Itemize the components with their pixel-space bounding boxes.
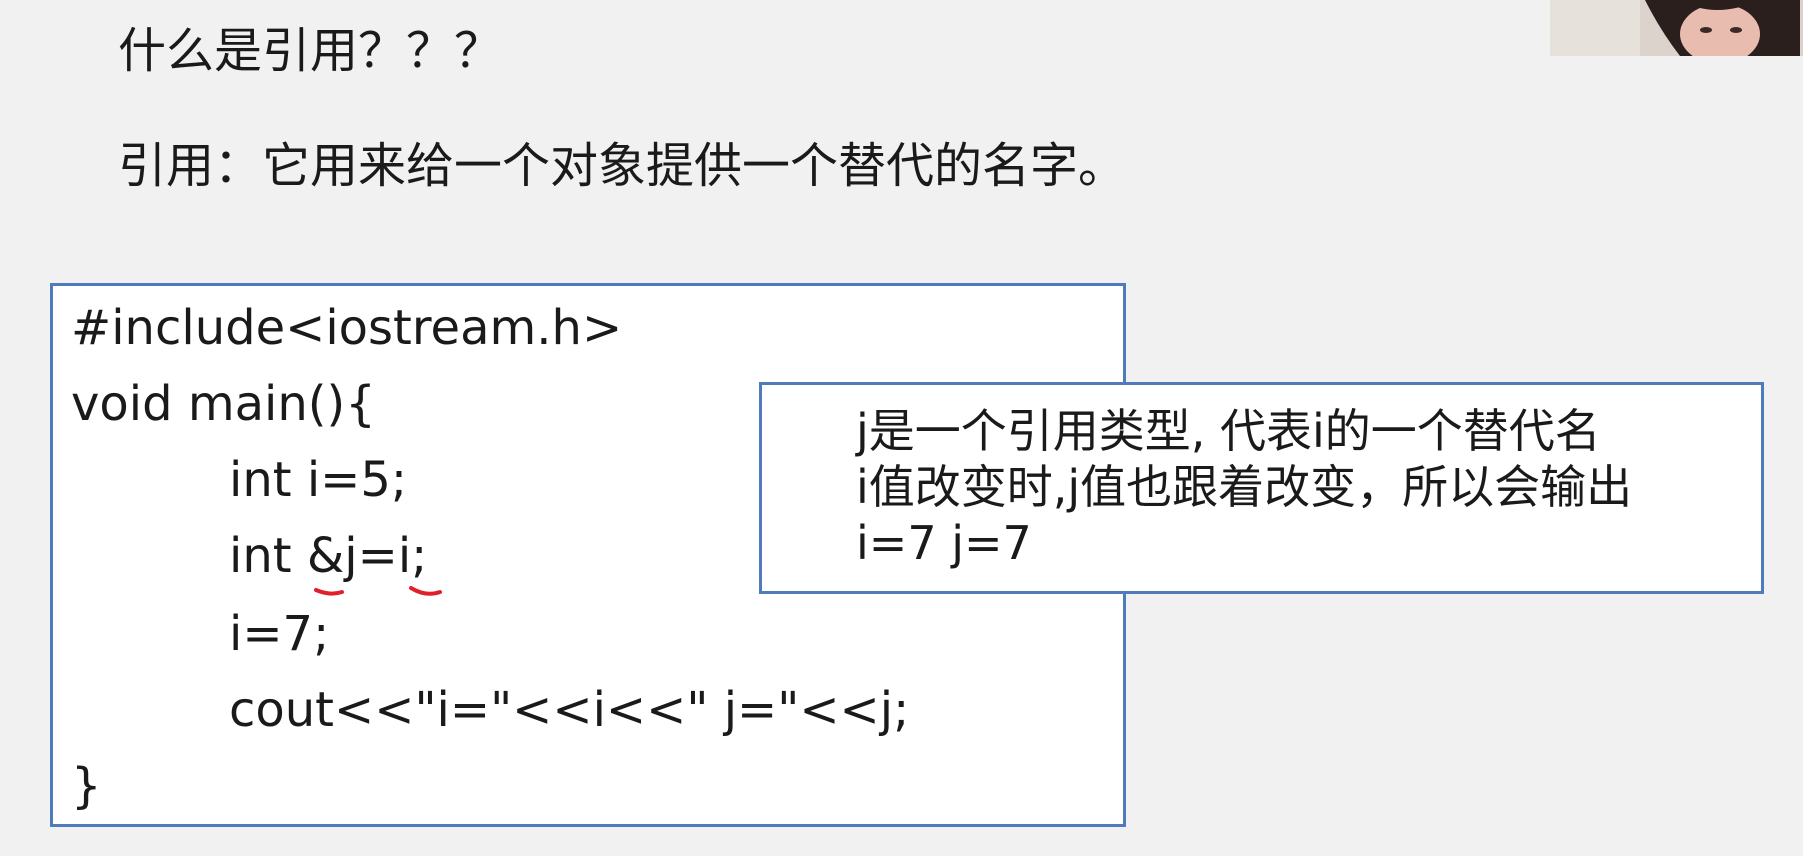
presenter-video-image: [1550, 0, 1803, 56]
explanation-note-box: j是一个引用类型, 代表i的一个替代名 i值改变时,j值也跟着改变，所以会输出 …: [759, 382, 1764, 594]
slide-definition: 引用：它用来给一个对象提供一个替代的名字。: [118, 138, 1127, 194]
code-line-assign-i: i=7;: [229, 606, 330, 662]
code-line-main: void main(){: [71, 376, 376, 432]
note-line-reference-type: j是一个引用类型, 代表i的一个替代名: [856, 404, 1601, 458]
slide-question: 什么是引用？？？: [118, 23, 503, 79]
webcam-overlay: [1550, 0, 1803, 56]
code-line-output: cout<<"i="<<i<<" j="<<j;: [229, 682, 910, 738]
code-line-declare-i: int i=5;: [229, 452, 408, 508]
code-line-declare-reference: int &j=i;: [229, 528, 428, 584]
code-line-include: #include<iostream.h>: [71, 300, 623, 356]
note-line-output: i=7 j=7: [856, 516, 1032, 570]
note-line-value-change: i值改变时,j值也跟着改变，所以会输出: [856, 460, 1633, 514]
code-line-close-brace: }: [71, 758, 102, 814]
